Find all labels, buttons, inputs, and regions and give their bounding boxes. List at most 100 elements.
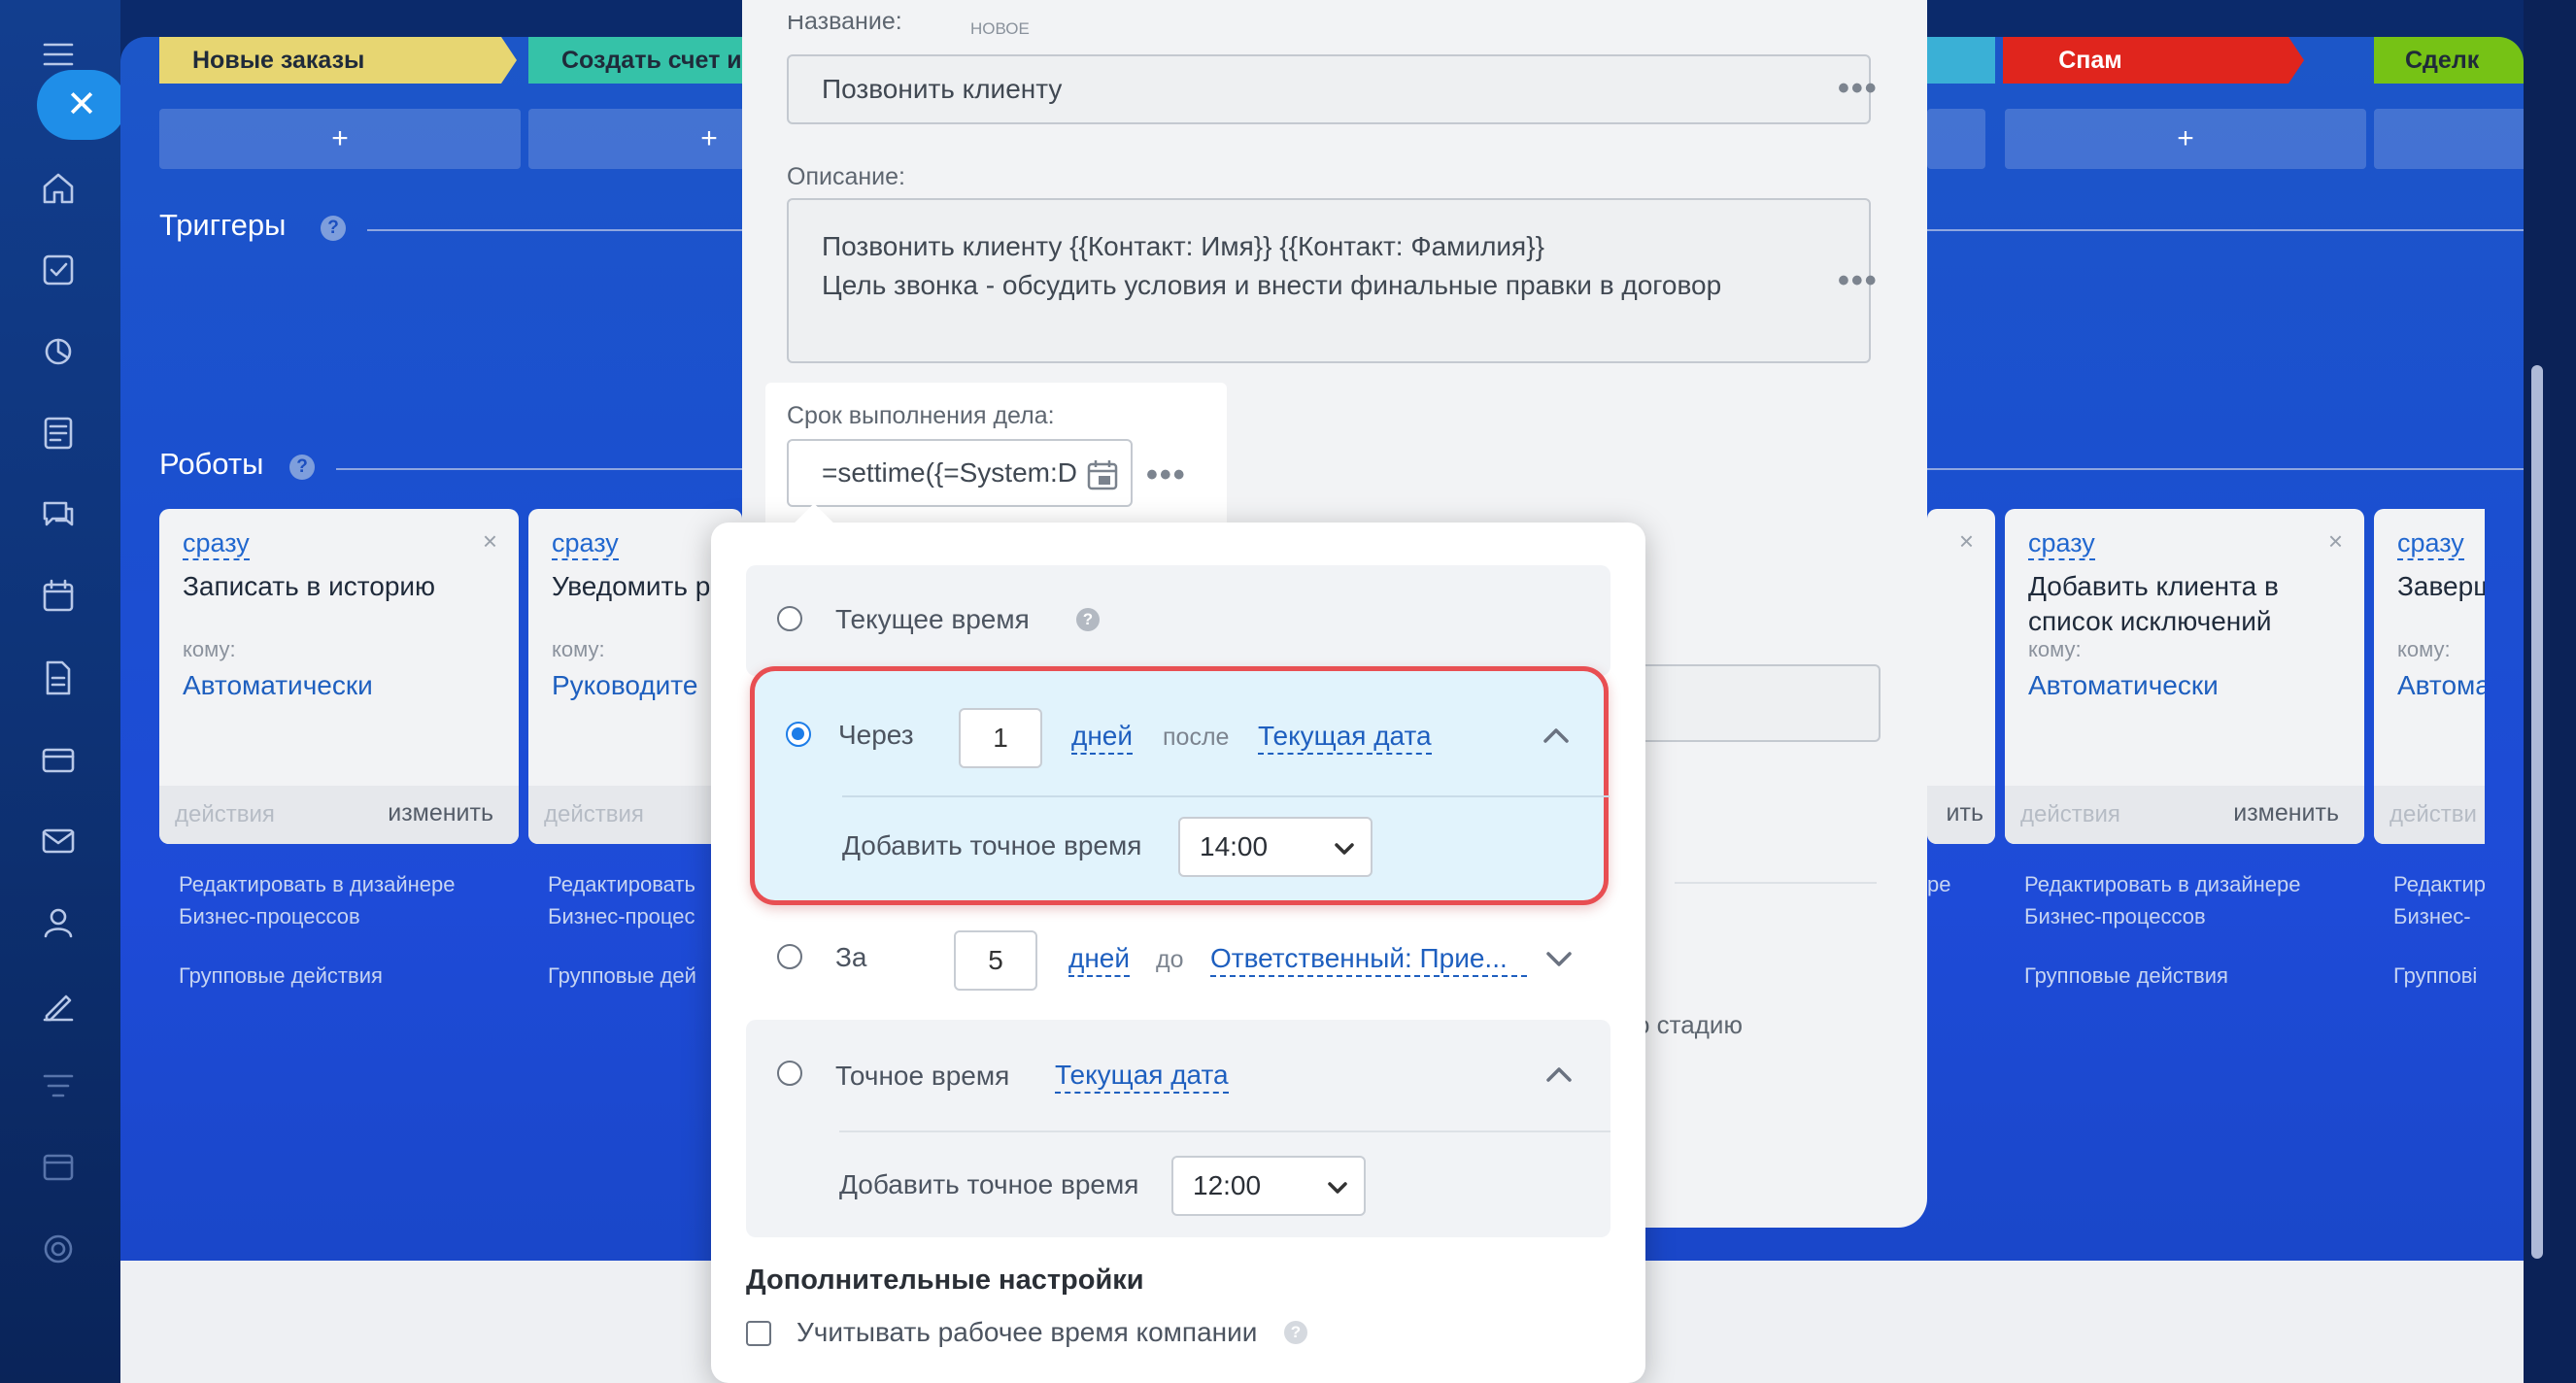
unit-link[interactable]: дней	[1071, 720, 1134, 755]
group-actions-link[interactable]: Групповые дей	[548, 960, 696, 992]
designer-link-fragment[interactable]: ре	[1927, 868, 1950, 900]
edit-robot-button[interactable]: ить	[1947, 799, 1983, 827]
designer-link[interactable]: Редактир Бизнес-	[2393, 868, 2485, 932]
hidden-field[interactable]	[1638, 664, 1881, 742]
option-exact[interactable]: Точное время Текущая дата Добавить точно…	[746, 1020, 1610, 1237]
help-icon[interactable]: ?	[1284, 1321, 1307, 1344]
work-time-checkbox[interactable]	[746, 1321, 771, 1346]
radio-exact[interactable]	[777, 1061, 802, 1086]
robot-title: Добавить клиента в список исключений	[2028, 571, 2279, 636]
radio-before[interactable]	[777, 944, 802, 969]
more-icon[interactable]: •••	[1838, 262, 1879, 300]
option-label: За	[835, 942, 867, 972]
robot-title: Записать в историю	[183, 571, 436, 601]
exact-time-select[interactable]: 12:00	[1171, 1156, 1366, 1216]
name-field[interactable]: Позвонить клиенту	[787, 54, 1871, 124]
recipient-value: Автоматически	[2028, 670, 2219, 700]
robot-delay-link[interactable]: сразу	[2028, 528, 2095, 560]
recipient-label: кому:	[183, 637, 236, 661]
base-date-link[interactable]: Ответственный: Прие...	[1210, 942, 1527, 977]
stage-new-orders[interactable]: Новые заказы	[159, 37, 517, 84]
robot-card[interactable]: сразу Уведомить р кому: Руководите дейст…	[528, 509, 742, 844]
add-robot-button[interactable]: +	[2005, 109, 2366, 169]
stage-label: Спам	[2058, 46, 2122, 74]
robots-title: Роботы	[159, 447, 264, 481]
scrollbar[interactable]	[2531, 365, 2543, 1259]
radio-current-time[interactable]	[777, 606, 802, 631]
remove-robot-icon[interactable]: ×	[2328, 526, 2343, 557]
robot-card[interactable]: сразу × Записать в историю кому: Автомат…	[159, 509, 519, 844]
crm-icon[interactable]	[37, 330, 80, 373]
chevron-up-icon[interactable]	[1540, 720, 1573, 753]
robot-card-footer: действия изменить	[2005, 786, 2364, 844]
unit-link[interactable]: дней	[1068, 942, 1131, 977]
help-icon[interactable]: ?	[321, 216, 346, 241]
robot-title: Заверш	[2397, 571, 2485, 601]
robot-delay-link[interactable]: сразу	[183, 528, 250, 560]
chevron-down-icon[interactable]	[1542, 942, 1576, 975]
group-actions-link[interactable]: Групповые действия	[2024, 960, 2228, 992]
add-robot-button[interactable]: +	[159, 109, 521, 169]
base-date-link[interactable]: Текущая дата	[1258, 720, 1432, 755]
remove-robot-icon[interactable]: ×	[483, 526, 497, 557]
panel-fragment-label: НОВОЕ	[970, 19, 1030, 38]
stage-deal[interactable]: Сделк	[2374, 37, 2524, 84]
docs-icon[interactable]	[37, 657, 80, 699]
tasks-icon[interactable]	[37, 249, 80, 291]
calendar-icon[interactable]	[1086, 458, 1119, 491]
more-icon[interactable]: •••	[1838, 70, 1879, 108]
add-robot-button[interactable]	[1927, 109, 1985, 169]
more-icon[interactable]: •••	[1146, 456, 1187, 494]
left-sidebar	[0, 0, 120, 1383]
card-icon[interactable]	[37, 738, 80, 781]
work-time-label[interactable]: Учитывать рабочее время компании	[797, 1317, 1257, 1348]
group-actions-link[interactable]: Групповые действия	[179, 960, 383, 992]
robot-card[interactable]: сразу Заверш кому: Автома действи	[2374, 509, 2485, 844]
description-field[interactable]: Позвонить клиенту {{Контакт: Имя}} {{Кон…	[787, 198, 1871, 363]
sign-icon[interactable]	[37, 983, 80, 1026]
exact-time-select[interactable]: 14:00	[1178, 817, 1373, 877]
calendar-icon[interactable]	[37, 575, 80, 618]
designer-link[interactable]: Редактировать в дизайнере Бизнес-процессо…	[2024, 868, 2300, 932]
mail-icon[interactable]	[37, 820, 80, 862]
chat-icon[interactable]	[37, 493, 80, 536]
remove-robot-icon[interactable]: ×	[1959, 526, 1974, 557]
filter-icon[interactable]	[37, 1064, 80, 1107]
actions-label: действи	[2390, 801, 2477, 827]
designer-link[interactable]: Редактировать Бизнес-процес	[548, 868, 695, 932]
add-robot-button[interactable]	[2374, 109, 2524, 169]
edit-robot-button[interactable]: изменить	[2233, 799, 2339, 827]
option-current-time[interactable]: Текущее время ?	[746, 565, 1610, 676]
deadline-section: Срок выполнения дела: =settime({=System:…	[765, 383, 1227, 526]
settings-icon[interactable]	[37, 1228, 80, 1270]
radio-after[interactable]	[786, 722, 811, 747]
robot-delay-link[interactable]: сразу	[552, 528, 619, 560]
robot-card[interactable]: × ить	[1927, 509, 1995, 844]
days-input[interactable]: 5	[954, 930, 1037, 991]
option-after-highlight[interactable]: Через 1 дней после Текущая дата Добавить…	[750, 666, 1610, 905]
divider	[1675, 882, 1877, 884]
close-slider-button[interactable]: ✕	[37, 70, 126, 140]
days-input[interactable]: 1	[959, 708, 1042, 768]
exact-time-label: Добавить точное время	[839, 1169, 1139, 1199]
designer-link[interactable]: Редактировать в дизайнере Бизнес-процессо…	[179, 868, 455, 932]
recipient-value: Автома	[2397, 670, 2485, 700]
help-icon[interactable]: ?	[289, 455, 315, 480]
robot-card[interactable]: сразу × Добавить клиента в список исключ…	[2005, 509, 2364, 844]
stage-spam[interactable]: Спам	[2003, 37, 2304, 84]
relation-label: после	[1163, 724, 1230, 751]
group-actions-link[interactable]: Группові	[2393, 960, 2485, 992]
contacts-icon[interactable]	[37, 901, 80, 944]
base-date-link[interactable]: Текущая дата	[1055, 1059, 1229, 1094]
recipient-label: кому:	[2397, 637, 2451, 661]
help-icon[interactable]: ?	[1076, 608, 1100, 631]
robot-delay-link[interactable]: сразу	[2397, 528, 2464, 560]
feed-icon[interactable]	[37, 412, 80, 455]
option-before[interactable]: За 5 дней до Ответственный: Прие...	[746, 913, 1610, 1010]
chevron-up-icon[interactable]	[1542, 1059, 1576, 1092]
deadline-field[interactable]: =settime({=System:D	[787, 439, 1133, 507]
stage-hidden-edge	[1927, 37, 1995, 84]
edit-robot-button[interactable]: изменить	[388, 799, 493, 827]
home-icon[interactable]	[37, 167, 80, 210]
sites-icon[interactable]	[37, 1146, 80, 1189]
